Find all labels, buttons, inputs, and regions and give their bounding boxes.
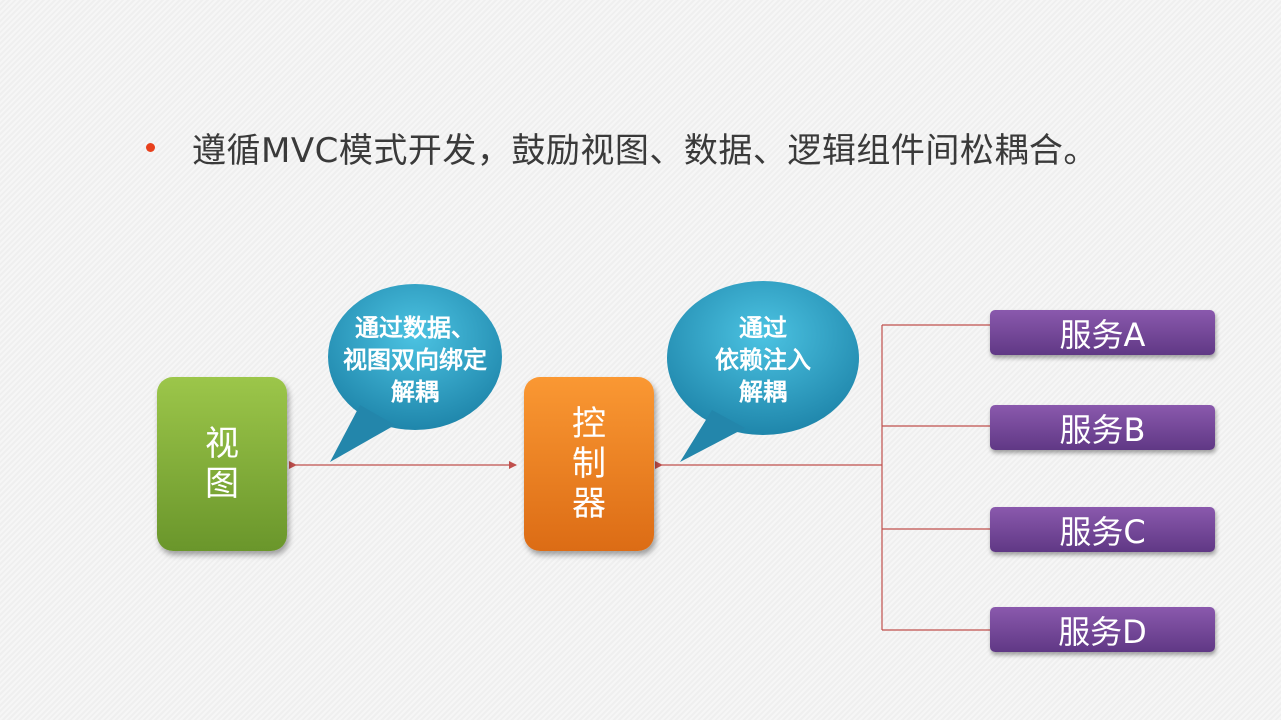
bubble-left-text: 通过数据、 视图双向绑定 解耦 xyxy=(318,312,512,408)
view-box: 视图 xyxy=(157,377,287,551)
service-c-box: 服务C xyxy=(990,507,1215,552)
service-a-label: 服务A xyxy=(1059,315,1146,354)
bubble-right-text: 通过 依赖注入 解耦 xyxy=(683,312,843,408)
service-b-box: 服务B xyxy=(990,405,1215,450)
service-d-box: 服务D xyxy=(990,607,1215,652)
view-label: 视图 xyxy=(205,424,239,504)
bubble-left-line-1: 通过数据、 xyxy=(355,314,475,342)
bubble-left-line-2: 视图双向绑定 xyxy=(343,346,487,374)
controller-label: 控制器 xyxy=(572,404,606,524)
bubble-right-line-2: 依赖注入 xyxy=(715,346,811,374)
service-b-label: 服务B xyxy=(1059,410,1146,449)
controller-box: 控制器 xyxy=(524,377,654,551)
bubble-right-line-3: 解耦 xyxy=(739,378,787,406)
service-d-label: 服务D xyxy=(1058,612,1147,651)
bubble-right-line-1: 通过 xyxy=(739,314,787,342)
bubble-left-line-3: 解耦 xyxy=(391,378,439,406)
service-a-box: 服务A xyxy=(990,310,1215,355)
service-c-label: 服务C xyxy=(1059,512,1146,551)
